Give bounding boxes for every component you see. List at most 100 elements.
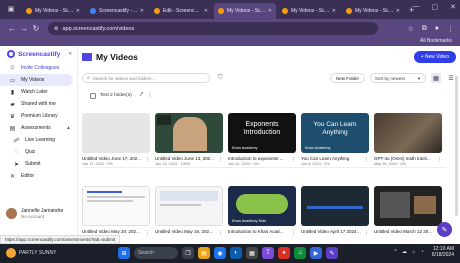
all-bookmarks-link[interactable]: All Bookmarks: [420, 38, 452, 44]
more-options-icon[interactable]: ⋮: [291, 230, 296, 236]
video-card[interactable]: Untitled Video March 12 2024 ...⋮: [374, 186, 442, 236]
chevron-up-icon[interactable]: ▲: [66, 125, 71, 131]
profile-icon[interactable]: ●: [435, 25, 439, 33]
close-tab-icon[interactable]: ✕: [140, 8, 144, 14]
video-thumbnail[interactable]: [155, 113, 223, 153]
sidebar-item-assessments[interactable]: ▤ Assessments ▲: [0, 122, 77, 134]
more-options-icon[interactable]: ⋮: [364, 230, 369, 236]
browser-tab[interactable]: My Videos - Screencastif✕: [22, 3, 84, 19]
extensions-icon[interactable]: ⧉: [422, 25, 427, 33]
taskbar-search[interactable]: Search: [134, 247, 178, 259]
video-thumbnail[interactable]: [301, 186, 369, 226]
video-thumbnail[interactable]: [374, 113, 442, 153]
user-profile[interactable]: Jannelle Jamandre No Account: [6, 208, 63, 219]
browser-tab[interactable]: My Videos - Screencasti✕: [342, 3, 404, 19]
minimize-icon[interactable]: —: [413, 3, 420, 11]
video-thumbnail[interactable]: Exponents Introduction Khan Academy: [228, 113, 296, 153]
video-card[interactable]: Untitled Video April 17 2024 ... ⋮: [301, 186, 369, 236]
more-options-icon[interactable]: ⋮: [291, 157, 296, 163]
logo[interactable]: Screencastify «: [0, 46, 77, 62]
more-options-icon[interactable]: ⋮: [218, 230, 223, 236]
sort-select[interactable]: Sort by newest ▼: [370, 73, 426, 83]
screencastify-fab-button[interactable]: ✎: [437, 222, 452, 237]
close-tab-icon[interactable]: ✕: [268, 8, 272, 14]
more-options-icon[interactable]: ⋮: [145, 157, 150, 163]
video-thumbnail[interactable]: [374, 186, 442, 226]
more-options-icon[interactable]: ⋮: [218, 157, 223, 163]
browser-tab[interactable]: Screencastify - Google✕: [86, 3, 148, 19]
video-card[interactable]: Untitled Video May 19, 2024 ... ⋮: [155, 186, 223, 236]
video-thumbnail[interactable]: [82, 113, 150, 153]
new-folder-button[interactable]: New Folder: [329, 73, 365, 83]
share-icon[interactable]: ⤤: [140, 92, 143, 99]
task-view-icon[interactable]: ❐: [182, 247, 194, 259]
url-field[interactable]: ⚙ app.screencastify.com/videos: [48, 22, 378, 35]
zoom-icon[interactable]: ▶: [310, 247, 322, 259]
spotify-icon[interactable]: ♫: [294, 247, 306, 259]
back-icon[interactable]: ←: [6, 24, 18, 33]
video-card[interactable]: Khan Academy Kids Introduction to Khan Ac…: [228, 186, 296, 236]
sidebar-item-premium-library[interactable]: ♛ Premium Library: [0, 110, 77, 122]
close-tab-icon[interactable]: ✕: [204, 8, 208, 14]
video-thumbnail[interactable]: [82, 186, 150, 226]
filter-icon[interactable]: ⛉: [218, 75, 223, 82]
start-icon[interactable]: ⊞: [118, 247, 130, 259]
browser-menu-icon[interactable]: ⋮: [447, 25, 454, 33]
video-card[interactable]: You Can Learn Anything Khan Academy You Ca…: [301, 113, 369, 166]
sidebar-item-shared-with-me[interactable]: ▰ Shared with me: [0, 98, 77, 110]
video-title[interactable]: Untitled Video June 17, 2024 1:1...: [82, 156, 142, 161]
close-tab-icon[interactable]: ✕: [332, 8, 336, 14]
chrome-icon[interactable]: ◉: [214, 247, 226, 259]
video-card[interactable]: Untitled Video June 13, 2024 2:... Jun 13…: [155, 113, 223, 166]
sidebar-item-watch-later[interactable]: ▮ Watch Later: [0, 86, 77, 98]
video-card[interactable]: Untitled Video May 20, 2024 ... ⋮: [82, 186, 150, 236]
video-title[interactable]: Untitled Video June 13, 2024 2:...: [155, 156, 215, 161]
video-title[interactable]: GPT-4o (Omni) math tutori...: [374, 156, 434, 161]
maximize-icon[interactable]: ▢: [432, 3, 439, 11]
browser-tab[interactable]: Edit - Screencastify ✕: [150, 3, 212, 19]
more-options-icon[interactable]: ⋮: [147, 92, 153, 99]
sidebar-item-submit[interactable]: ➤ Submit: [0, 158, 77, 170]
bookmark-star-icon[interactable]: ☆: [407, 25, 413, 33]
new-video-button[interactable]: + New Video: [413, 51, 456, 63]
reload-icon[interactable]: ↻: [30, 24, 42, 33]
video-card[interactable]: GPT-4o (Omni) math tutori... May 28, 2024…: [374, 113, 442, 166]
scrollbar[interactable]: [455, 76, 458, 216]
video-card[interactable]: Exponents Introduction Khan Academy Introd…: [228, 113, 296, 166]
forward-icon[interactable]: →: [18, 24, 30, 33]
video-title[interactable]: Untitled Video March 12 2024 ...: [374, 229, 434, 234]
search-input[interactable]: ⌕ Search for videos and folders...: [82, 73, 210, 83]
teams-icon[interactable]: T: [262, 247, 274, 259]
grid-view-icon[interactable]: ▦: [431, 73, 441, 83]
close-tab-icon[interactable]: ✕: [76, 8, 80, 14]
more-options-icon[interactable]: ⋮: [364, 157, 369, 163]
clock[interactable]: 12:10 AM 6/18/2024: [432, 246, 454, 258]
collapse-sidebar-icon[interactable]: «: [69, 51, 72, 57]
weather-widget[interactable]: PARTLY SUNNY: [6, 248, 56, 258]
video-thumbnail[interactable]: Khan Academy Kids: [228, 186, 296, 226]
video-title[interactable]: Untitled Video April 17 2024 ...: [301, 229, 361, 234]
file-explorer-icon[interactable]: ▤: [198, 247, 210, 259]
sidebar-item-invite-colleagues[interactable]: ☺ Invite Colleagues: [0, 62, 77, 74]
close-tab-icon[interactable]: ✕: [396, 8, 400, 14]
tray-icons[interactable]: ^ ☁ ⌂ ◔: [394, 249, 426, 255]
more-options-icon[interactable]: ⋮: [145, 230, 150, 236]
video-title[interactable]: Untitled Video May 19, 2024 ...: [155, 229, 215, 234]
browser-tab[interactable]: My Videos - Screencasti✕: [278, 3, 340, 19]
sidebar-item-editor[interactable]: ✕ Editor: [0, 170, 77, 182]
video-card[interactable]: Untitled Video June 17, 2024 1:1...Jun 1…: [82, 113, 150, 166]
tab-search-icon[interactable]: ▣: [4, 2, 18, 16]
more-options-icon[interactable]: ⋮: [437, 157, 442, 163]
close-window-icon[interactable]: ✕: [450, 3, 456, 11]
store-icon[interactable]: ▦: [246, 247, 258, 259]
sidebar-item-quiz[interactable]: ◌ Quiz: [0, 146, 77, 158]
video-thumbnail[interactable]: [155, 186, 223, 226]
sidebar-item-live-learning[interactable]: ☍ Live Learning: [0, 134, 77, 146]
sidebar-item-my-videos[interactable]: ▭ My Videos: [0, 74, 73, 86]
browser-tab[interactable]: My Videos - Screencasti✕: [214, 3, 276, 19]
video-title[interactable]: You Can Learn Anything: [301, 156, 361, 161]
edge-icon[interactable]: ◐: [230, 247, 242, 259]
video-title[interactable]: Introduction to exponents ...: [228, 156, 288, 161]
app-icon[interactable]: ●: [278, 247, 290, 259]
select-all-checkbox[interactable]: [90, 92, 96, 99]
